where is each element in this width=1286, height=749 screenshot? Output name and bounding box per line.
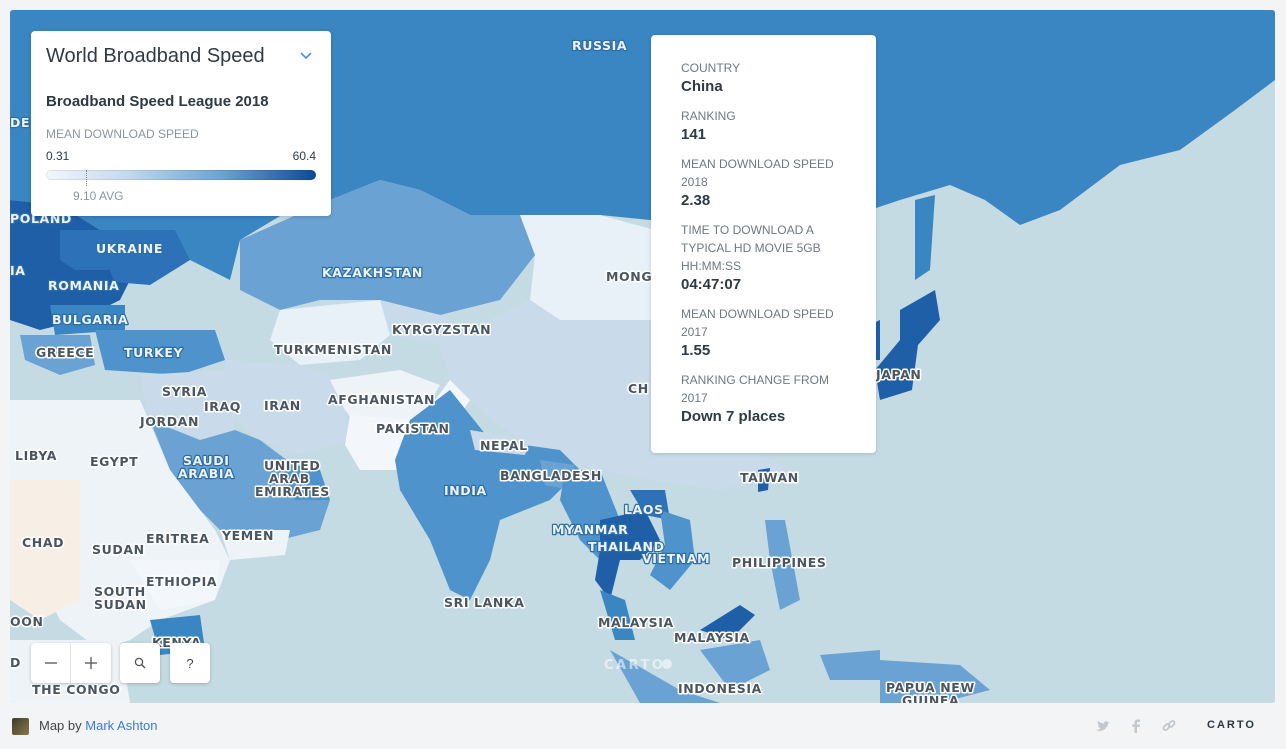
- map-label: KAZAKHSTAN: [322, 265, 423, 280]
- map-label: CH: [628, 381, 649, 396]
- legend-max-value: 60.4: [292, 149, 316, 163]
- popup-value: Down 7 places: [681, 408, 786, 425]
- map-label: JORDAN: [139, 414, 199, 429]
- map-label: YEMEN: [221, 528, 274, 543]
- legend-avg-marker: [86, 170, 87, 186]
- map-label: MALAYSIA: [674, 630, 750, 645]
- legend-subtitle: Broadband Speed League 2018: [46, 93, 269, 110]
- popup-key: MEAN DOWNLOAD SPEED 2018: [681, 157, 834, 189]
- map-label: KYRGYZSTAN: [392, 322, 491, 337]
- map-label: SRI LANKA: [444, 595, 525, 610]
- carto-watermark: CARTO: [604, 658, 665, 673]
- legend-variable: MEAN DOWNLOAD SPEED: [46, 127, 199, 141]
- map-label: IRAN: [264, 398, 301, 413]
- map-label: LIBYA: [15, 448, 57, 463]
- legend-panel: World Broadband Speed Broadband Speed Le…: [31, 31, 331, 216]
- twitter-icon[interactable]: [1094, 717, 1112, 735]
- map-label: AFGHANISTAN: [328, 392, 435, 407]
- popup-key: TIME TO DOWNLOAD A TYPICAL HD MOVIE 5GB …: [681, 223, 821, 273]
- carto-logo[interactable]: CARTO: [1207, 719, 1256, 731]
- popup-key: COUNTRY: [681, 61, 741, 75]
- country-mongolia[interactable]: [520, 215, 655, 320]
- country-popup: COUNTRY China RANKING 141 MEAN DOWNLOAD …: [651, 35, 876, 453]
- author-link[interactable]: Mark Ashton: [85, 718, 157, 733]
- legend-title: World Broadband Speed: [46, 45, 265, 67]
- chevron-down-icon[interactable]: [297, 46, 315, 64]
- map-label: UKRAINE: [96, 241, 163, 256]
- map-label: MALAYSIA: [598, 615, 674, 630]
- map-label: SUDAN: [92, 542, 145, 557]
- legend-avg-label: 9.10 AVG: [73, 189, 124, 203]
- map-label: SUDAN: [94, 597, 147, 612]
- map-label: INDIA: [444, 483, 487, 498]
- country-chad[interactable]: [10, 480, 80, 620]
- map-label: TAIWAN: [740, 470, 799, 485]
- footer-bar: Map by Mark Ashton CARTO: [0, 703, 1286, 749]
- map-label: ERITREA: [146, 531, 209, 546]
- popup-value: 141: [681, 126, 707, 143]
- popup-value: 2.38: [681, 192, 711, 209]
- popup-key: RANKING CHANGE FROM 2017: [681, 373, 830, 405]
- map-label: ARABIA: [178, 466, 234, 481]
- map-label: PAKISTAN: [376, 421, 450, 436]
- map-label: GREECE: [36, 345, 94, 360]
- author-avatar: [12, 718, 29, 735]
- map-label: INDONESIA: [678, 681, 762, 696]
- map-label: RUSSIA: [572, 38, 627, 53]
- map-label: EGYPT: [90, 454, 138, 469]
- map-label: PHILIPPINES: [732, 555, 826, 570]
- map-label: IA: [10, 263, 26, 278]
- map-label: GUINEA: [902, 693, 959, 703]
- map-label: VIETNAM: [642, 551, 710, 566]
- map-label: D: [10, 655, 21, 670]
- map-label: BULGARIA: [52, 312, 128, 327]
- minus-icon: [44, 662, 57, 664]
- facebook-icon[interactable]: [1127, 717, 1145, 735]
- map-label: TURKEY: [124, 345, 184, 360]
- zoom-in-button[interactable]: [71, 643, 111, 683]
- help-button[interactable]: ?: [170, 643, 210, 683]
- map-label: NEPAL: [480, 438, 528, 453]
- map-label: BANGLADESH: [500, 468, 602, 483]
- popup-value: 1.55: [681, 342, 711, 359]
- map-label: MYANMAR: [552, 522, 628, 537]
- map-label: JAPAN: [875, 367, 921, 382]
- map-by-label: Map by: [39, 718, 82, 733]
- popup-value: China: [681, 78, 723, 95]
- map-label: CHAD: [22, 535, 64, 550]
- map-label: LAOS: [624, 502, 664, 517]
- map-label: EMIRATES: [255, 484, 330, 499]
- map-label: IRAQ: [204, 399, 241, 414]
- search-button[interactable]: [120, 643, 160, 683]
- zoom-controls: [31, 643, 111, 683]
- popup-key: RANKING: [681, 109, 736, 123]
- popup-value: 04:47:07: [681, 276, 742, 293]
- map-label: DE: [10, 115, 30, 130]
- carto-watermark-dot: [662, 659, 672, 669]
- link-icon[interactable]: [1160, 717, 1178, 735]
- zoom-out-button[interactable]: [31, 643, 71, 683]
- legend-min-value: 0.31: [46, 149, 70, 163]
- map-label: ETHIOPIA: [146, 574, 217, 589]
- plus-icon: [85, 657, 97, 669]
- map-label: TURKMENISTAN: [274, 342, 392, 357]
- map-label: SYRIA: [162, 384, 207, 399]
- map-attribution: Map by Mark Ashton: [39, 718, 158, 733]
- search-icon: [134, 657, 146, 669]
- map-label: ROMANIA: [48, 278, 119, 293]
- popup-key: MEAN DOWNLOAD SPEED 2017: [681, 307, 834, 339]
- map-label: OON: [10, 614, 44, 629]
- map-label: THE CONGO: [32, 682, 120, 697]
